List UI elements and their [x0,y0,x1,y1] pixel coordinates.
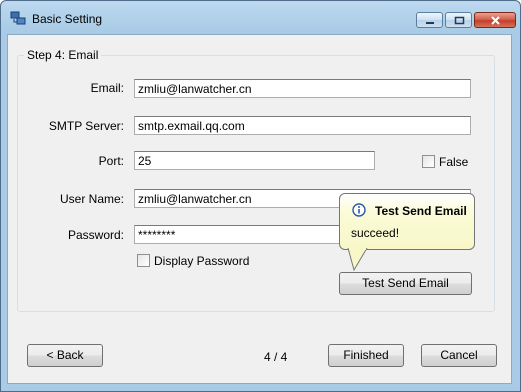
ssl-checkbox-label[interactable]: False [439,155,468,169]
test-result-balloon [339,193,475,250]
username-label: User Name: [59,192,124,206]
maximize-button[interactable] [445,12,472,28]
minimize-button[interactable] [416,12,443,28]
display-password-checkbox[interactable] [137,254,150,267]
test-send-email-button[interactable]: Test Send Email [339,272,472,295]
close-icon [491,16,500,25]
balloon-tail [347,248,368,272]
password-label: Password: [67,228,124,242]
email-field[interactable]: zmliu@lanwatcher.cn [134,79,471,98]
port-field[interactable]: 25 [134,151,375,170]
minimize-icon [426,22,434,24]
title-bar[interactable]: Basic Setting [1,1,520,35]
balloon-title: Test Send Email [375,204,467,218]
email-label: Email: [90,81,124,95]
cancel-button[interactable]: Cancel [421,344,497,367]
port-label: Port: [98,154,124,168]
maximize-icon [454,16,465,25]
group-title: Step 4: Email [24,48,102,62]
window-title: Basic Setting [32,12,103,26]
display-password-label[interactable]: Display Password [154,254,249,268]
page-indicator: 4 / 4 [264,350,288,364]
smtp-server-label: SMTP Server: [48,119,124,133]
back-button[interactable]: < Back [27,344,103,367]
balloon-message: succeed! [351,226,400,240]
info-icon [352,203,366,217]
close-button[interactable] [474,12,516,28]
ssl-checkbox[interactable] [422,155,435,168]
smtp-server-field[interactable]: smtp.exmail.qq.com [134,116,471,135]
finished-button[interactable]: Finished [328,344,404,367]
network-setup-icon [10,10,26,26]
